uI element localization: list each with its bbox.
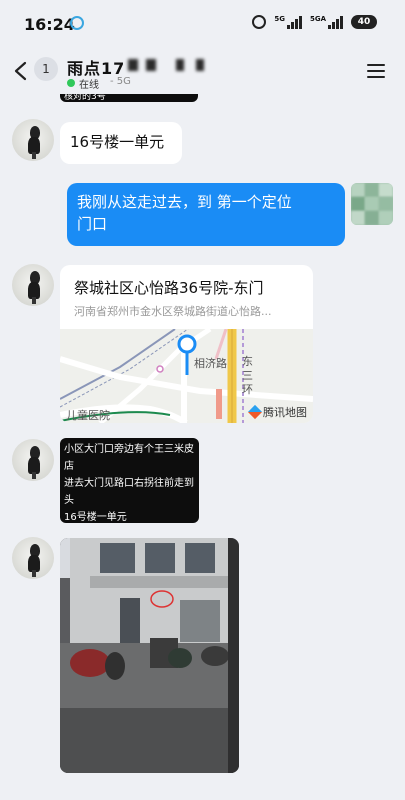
battery-icon: 40	[351, 15, 377, 29]
signal-icon: 5G	[274, 15, 302, 29]
map-brand: 腾讯地图	[247, 404, 307, 420]
unread-count-badge[interactable]: 1	[34, 57, 58, 81]
screenshot-text-line: 16号楼一单元	[64, 512, 127, 523]
map-label-street: 相济路	[194, 357, 227, 370]
status-bar: 16:24 5G 5GA 40	[0, 0, 405, 48]
image-message-text-screenshot[interactable]: 小区大门口旁边有个王三米皮 店 进去大门见路口右拐往前走到 头 16号楼一单元	[60, 438, 199, 523]
map-label-hospital: 儿童医院	[66, 409, 110, 422]
tencent-map-icon	[247, 404, 263, 420]
contact-avatar[interactable]	[12, 439, 54, 481]
photo-message[interactable]	[60, 538, 239, 773]
message-text: 16号楼一单元	[70, 133, 165, 151]
map-brand-label: 腾讯地图	[263, 406, 307, 419]
name-redaction	[128, 59, 138, 71]
status-time: 16:24	[24, 15, 75, 34]
chat-screen: 核对的3号 16号楼一单元 我刚从这走过去，到 第一个定位 门口 祭城社区心怡路…	[0, 0, 405, 800]
message-bubble-received[interactable]: 16号楼一单元	[60, 122, 182, 164]
message-bubble-sent[interactable]: 我刚从这走过去，到 第一个定位 门口	[67, 183, 345, 246]
location-card[interactable]: 祭城社区心怡路36号院-东门 河南省郑州市金水区祭城路街道心怡路... 相济路 …	[60, 265, 313, 423]
screenshot-text-line: 头	[64, 495, 74, 506]
screenshot-text-line: 小区大门口旁边有个王三米皮	[64, 444, 194, 455]
my-avatar[interactable]	[351, 183, 393, 225]
back-arrow-icon[interactable]	[12, 61, 30, 81]
chat-message-list[interactable]: 核对的3号 16号楼一单元 我刚从这走过去，到 第一个定位 门口 祭城社区心怡路…	[0, 0, 405, 800]
online-status-dot	[67, 79, 75, 87]
name-redaction	[146, 59, 156, 71]
location-title: 祭城社区心怡路36号院-东门	[74, 279, 264, 297]
message-text-line: 我刚从这走过去，到 第一个定位	[77, 193, 292, 211]
location-address: 河南省郑州市金水区祭城路街道心怡路...	[74, 305, 272, 318]
online-status-text: 在线	[79, 80, 99, 91]
online-network-text: - 5G	[110, 76, 131, 87]
contact-avatar[interactable]	[12, 119, 54, 161]
chat-header: 1 雨点17 在线 - 5G	[0, 48, 405, 94]
name-redaction	[196, 59, 204, 71]
contact-avatar[interactable]	[12, 264, 54, 306]
app-notification-icon	[70, 16, 84, 30]
signal-icon: 5GA	[310, 15, 343, 29]
screenshot-text-line: 进去大门见路口右拐往前走到	[64, 478, 194, 489]
screenshot-text-line: 店	[64, 461, 74, 472]
contact-avatar[interactable]	[12, 537, 54, 579]
menu-icon[interactable]	[367, 64, 385, 78]
map-label-ring-3: 环	[242, 383, 253, 396]
location-pin-icon	[177, 334, 197, 375]
location-map[interactable]: 相济路 东 三 环 儿童医院 腾讯地图	[60, 329, 313, 423]
alarm-icon	[252, 15, 267, 29]
signal-tag: 5GA	[309, 15, 326, 23]
message-text-line: 门口	[77, 215, 108, 233]
building-photo	[60, 538, 239, 773]
signal-tag: 5G	[274, 15, 285, 23]
status-icons: 5G 5GA 40	[252, 15, 377, 29]
name-redaction	[176, 59, 184, 71]
